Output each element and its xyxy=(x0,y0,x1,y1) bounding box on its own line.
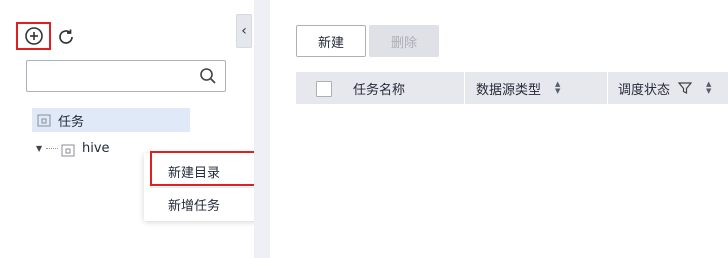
tree-node-task[interactable]: 任务 xyxy=(32,108,190,132)
folder-icon xyxy=(61,144,75,156)
search-field[interactable] xyxy=(26,60,226,92)
collapse-button[interactable]: ‹ xyxy=(236,14,252,48)
column-label: 调度状态 xyxy=(618,82,671,98)
menu-item-label: 新增任务 xyxy=(168,199,221,214)
refresh-icon xyxy=(59,29,73,44)
tree-node-label: hive xyxy=(82,140,110,156)
new-button[interactable]: 新建 xyxy=(296,25,366,57)
column-separator[interactable] xyxy=(607,72,608,104)
plus-circle-icon xyxy=(24,27,43,45)
panel-splitter[interactable] xyxy=(254,0,270,258)
column-header-task-name: 任务名称 xyxy=(353,72,405,104)
chevron-left-icon: ‹ xyxy=(241,23,247,39)
filter-icon[interactable] xyxy=(678,81,693,95)
caret-down-icon[interactable]: ▼ xyxy=(36,144,46,153)
sort-icon[interactable]: ▲ ▼ xyxy=(706,81,711,95)
refresh-button[interactable] xyxy=(55,26,77,48)
search-icon[interactable] xyxy=(199,67,217,85)
column-separator[interactable] xyxy=(464,72,465,104)
folder-icon xyxy=(37,114,51,127)
search-input[interactable] xyxy=(33,65,193,87)
table-header: 任务名称 数据源类型 ▲ ▼ 调度状态 ▲ ▼ xyxy=(296,72,728,104)
menu-item-label: 新建目录 xyxy=(168,166,221,181)
column-label: 数据源类型 xyxy=(476,82,542,98)
tree-node-label: 任务 xyxy=(58,114,85,130)
select-all-checkbox[interactable] xyxy=(316,81,332,97)
add-button[interactable] xyxy=(16,22,51,50)
delete-button[interactable]: 删除 xyxy=(369,25,439,57)
left-panel: 任务 ▼ hive 新建目录 新增任务 xyxy=(0,0,290,258)
tree-node-hive[interactable]: ▼ hive xyxy=(36,138,110,158)
tree-connector xyxy=(46,147,58,149)
column-header-schedule-status[interactable]: 调度状态 ▲ ▼ xyxy=(618,72,711,104)
main-panel: 新建 删除 任务名称 数据源类型 ▲ ▼ 调度状态 ▲ ▼ xyxy=(270,0,728,258)
sort-icon[interactable]: ▲ ▼ xyxy=(555,81,560,95)
app-root: 任务 ▼ hive 新建目录 新增任务 ‹ 新建 删除 任务名称 数据源类型 ▲… xyxy=(0,0,728,258)
column-label: 任务名称 xyxy=(353,82,406,98)
column-header-source-type[interactable]: 数据源类型 ▲ ▼ xyxy=(476,72,560,104)
